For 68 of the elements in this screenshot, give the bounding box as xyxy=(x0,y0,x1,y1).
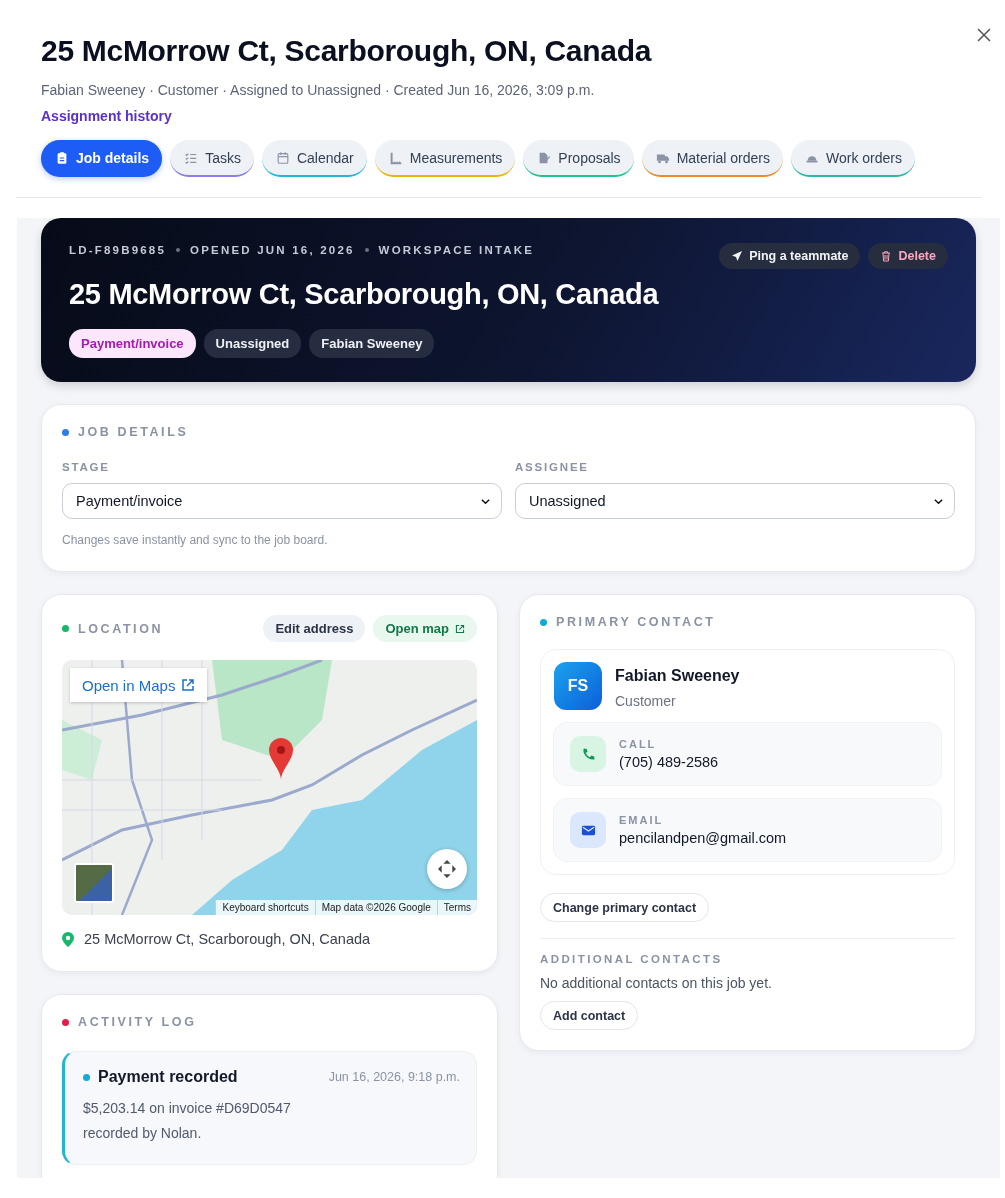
section-heading: JOB DETAILS xyxy=(78,425,189,439)
status-dot xyxy=(62,625,69,632)
satellite-thumbnail[interactable] xyxy=(74,863,114,903)
method-value: (705) 489-2586 xyxy=(619,754,719,770)
tag: Unassigned xyxy=(203,329,302,358)
status-dot xyxy=(62,428,69,436)
external-link-icon xyxy=(455,623,465,634)
page-title: 25 McMorrow Ct, Scarborough, ON, Canada xyxy=(41,34,653,68)
address-text: 25 McMorrow Ct, Scarborough, ON, Canada xyxy=(84,931,371,947)
hint-text: Changes save instantly and sync to the job board. xyxy=(62,533,329,547)
map-attribution-link[interactable]: Keyboard shortcuts xyxy=(215,900,315,915)
method-label: EMAIL xyxy=(619,814,665,826)
banner-title: 25 McMorrow Ct, Scarborough, ON, Canada xyxy=(69,278,660,311)
tab[interactable]: Calendar xyxy=(261,140,367,177)
map-attribution-link[interactable]: Terms xyxy=(436,900,477,915)
tag: Payment/invoice xyxy=(69,329,196,358)
location-pin-icon xyxy=(62,931,74,947)
select-field[interactable]: Unassigned xyxy=(515,483,955,519)
activity-text: $5,203.14 on invoice #D69D0547 recorded by Nolan. xyxy=(83,1099,292,1143)
job-meta-text: Fabian Sweeney · Customer · Assigned to Unassigned · Created Jun 16, 2026, 3:09 p.m. xyxy=(41,82,596,98)
doc-icon xyxy=(537,150,552,165)
status-dot xyxy=(540,618,547,626)
ruler-icon xyxy=(388,150,403,165)
change-contact-button[interactable]: Change primary contact xyxy=(540,893,710,922)
select-field[interactable]: Payment/invoice xyxy=(62,483,502,519)
trash-icon xyxy=(880,250,893,262)
external-link-icon xyxy=(181,678,196,692)
clipboard-icon xyxy=(55,150,69,165)
tab[interactable]: Job details xyxy=(41,140,163,177)
section-heading: ADDITIONAL CONTACTS xyxy=(540,953,724,965)
open-map-button[interactable]: Open map xyxy=(373,615,477,642)
close-icon[interactable] xyxy=(975,26,993,44)
avatar: FS xyxy=(554,662,602,710)
tab[interactable]: Work orders xyxy=(791,140,915,177)
status-dot xyxy=(62,1018,69,1026)
activity-title: Payment recorded xyxy=(98,1068,238,1086)
banner-meta-text: WORKSPACE INTAKE xyxy=(378,244,535,256)
tab[interactable]: Measurements xyxy=(374,140,516,177)
fullscreen-icon xyxy=(436,858,458,880)
activity-time: Jun 16, 2026, 9:18 p.m. xyxy=(328,1070,460,1084)
method-value: pencilandpen@gmail.com xyxy=(619,830,787,846)
section-heading: LOCATION xyxy=(78,621,164,636)
map-attribution-link[interactable]: Map data ©2026 Google xyxy=(314,900,437,915)
banner-meta-text: OPENED JUN 16, 2026 xyxy=(190,244,355,256)
open-in-maps-button[interactable]: Open in Maps xyxy=(70,668,208,702)
contact-method[interactable]: CALL (705) 489-2586 xyxy=(553,722,942,786)
edit-address-button[interactable]: Edit address xyxy=(263,615,366,642)
contact-name: Fabian Sweeney xyxy=(615,667,740,685)
field-label: STAGE xyxy=(62,461,111,473)
contact-method[interactable]: EMAIL pencilandpen@gmail.com xyxy=(553,798,942,862)
tab[interactable]: Tasks xyxy=(170,140,254,177)
tab[interactable]: Material orders xyxy=(641,140,783,177)
assignment-history-link[interactable]: Assignment history xyxy=(41,108,172,124)
contact-role: Customer xyxy=(615,693,677,709)
calendar-icon xyxy=(275,150,290,165)
section-heading: ACTIVITY LOG xyxy=(78,1015,197,1029)
banner-meta-text: LD-F89B9685 xyxy=(69,244,167,256)
add-contact-button[interactable]: Add contact xyxy=(540,1001,639,1030)
tab[interactable]: Proposals xyxy=(523,140,634,177)
tag: Fabian Sweeney xyxy=(309,329,435,358)
delete-button[interactable]: Delete xyxy=(868,243,948,269)
section-heading: PRIMARY CONTACT xyxy=(556,615,716,629)
status-dot xyxy=(83,1073,90,1081)
empty-state-text: No additional contacts on this job yet. xyxy=(540,975,773,991)
ping-button[interactable]: Ping a teammate xyxy=(719,243,861,269)
method-label: CALL xyxy=(619,738,658,750)
send-icon xyxy=(731,250,744,262)
field-label: ASSIGNEE xyxy=(515,461,590,473)
